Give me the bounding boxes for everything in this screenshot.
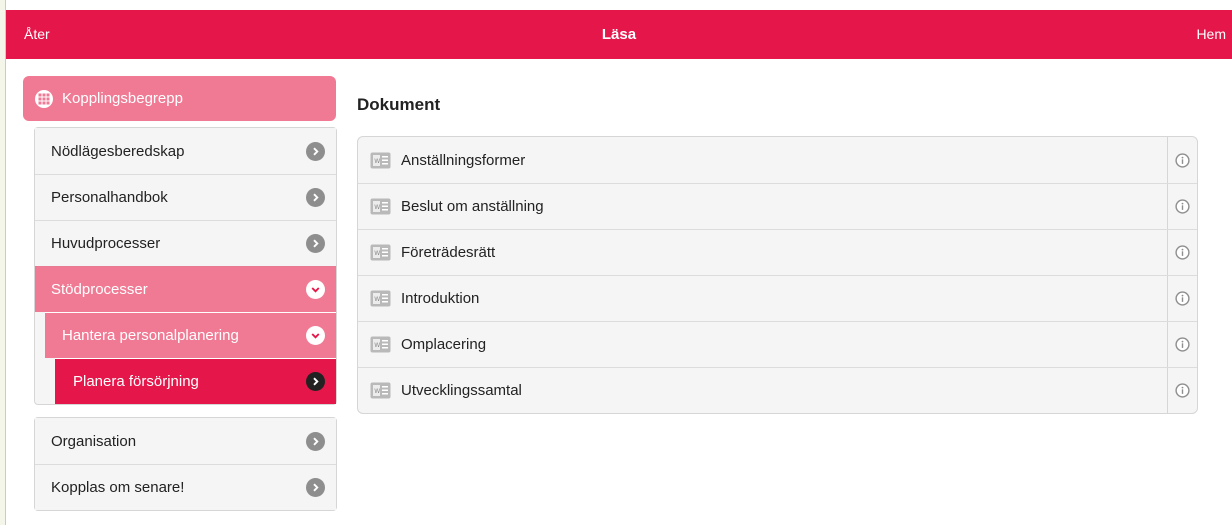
chevron-right-icon <box>306 431 325 451</box>
document-label: Introduktion <box>401 290 480 307</box>
sidebar-item-label: Organisation <box>51 432 137 450</box>
document-label: Anställningsformer <box>401 151 526 169</box>
sidebar-item-label: Huvudprocesser <box>51 235 161 252</box>
sidebar-subitem-planera-forsorjning[interactable]: Planera försörjning <box>55 358 336 404</box>
chevron-right-icon <box>306 141 325 161</box>
word-document-icon: W <box>370 290 391 307</box>
document-link[interactable]: W Introduktion <box>358 276 1167 321</box>
document-link[interactable]: W Utvecklingssamtal <box>358 368 1167 413</box>
document-list: W Anställningsformer W Beslut om anställ… <box>357 136 1198 414</box>
sidebar-item-label: Planera försörjning <box>73 373 199 390</box>
sidebar-item-label: Stödprocesser <box>51 281 148 298</box>
home-link[interactable]: Hem <box>1196 10 1226 59</box>
sidebar-item-nodlagesberedskap[interactable]: Nödlägesberedskap <box>35 128 336 174</box>
sidebar-subitem-hantera-personalplanering[interactable]: Hantera personalplanering <box>45 312 336 358</box>
document-label: Beslut om anställning <box>401 198 544 215</box>
svg-text:W: W <box>374 388 380 395</box>
document-row: W Anställningsformer <box>358 137 1197 183</box>
page-title: Läsa <box>601 26 637 43</box>
info-button[interactable] <box>1167 137 1197 183</box>
word-document-icon: W <box>370 244 391 261</box>
chevron-right-icon <box>306 478 325 497</box>
sidebar-item-organisation[interactable]: Organisation <box>35 418 336 464</box>
sidebar-item-personalhandbok[interactable]: Personalhandbok <box>35 174 336 220</box>
info-button[interactable] <box>1167 322 1197 367</box>
svg-text:W: W <box>374 204 380 211</box>
sidebar-item-label: Hantera personalplanering <box>62 327 239 344</box>
sidebar-item-label: Kopplas om senare! <box>51 479 185 496</box>
info-icon <box>1175 291 1190 306</box>
document-label: Utvecklingssamtal <box>401 382 522 399</box>
section-heading: Dokument <box>357 95 441 114</box>
document-row: W Omplacering <box>358 321 1197 367</box>
main-content: Dokument W Anställningsformer W Beslut o… <box>357 95 1198 414</box>
svg-text:W: W <box>374 342 380 349</box>
sidebar-item-kopplas-om-senare[interactable]: Kopplas om senare! <box>35 464 336 510</box>
chevron-down-icon <box>306 326 325 345</box>
svg-text:W: W <box>374 158 380 165</box>
info-button[interactable] <box>1167 230 1197 275</box>
word-document-icon: W <box>370 198 391 215</box>
svg-text:W: W <box>374 296 380 303</box>
sidebar-item-label: Personalhandbok <box>51 189 168 206</box>
info-icon <box>1175 199 1190 214</box>
sidebar-menu: Nödlägesberedskap Personalhandbok Huvudp… <box>34 127 337 405</box>
word-document-icon: W <box>370 336 391 353</box>
document-label: Företrädesrätt <box>401 244 496 261</box>
info-button[interactable] <box>1167 368 1197 413</box>
document-row: W Beslut om anställning <box>358 183 1197 229</box>
grid-icon <box>35 89 53 108</box>
sidebar-item-huvudprocesser[interactable]: Huvudprocesser <box>35 220 336 266</box>
document-link[interactable]: W Beslut om anställning <box>358 184 1167 229</box>
chevron-down-icon <box>306 280 325 299</box>
info-icon <box>1175 383 1190 398</box>
document-label: Omplacering <box>401 336 487 353</box>
sidebar-item-stodprocesser[interactable]: Stödprocesser <box>35 266 336 312</box>
document-link[interactable]: W Anställningsformer <box>358 137 1167 183</box>
document-link[interactable]: W Omplacering <box>358 322 1167 367</box>
info-icon <box>1175 245 1190 260</box>
document-row: W Utvecklingssamtal <box>358 367 1197 413</box>
document-row: W Företrädesrätt <box>358 229 1197 275</box>
category-header[interactable]: Kopplingsbegrepp <box>23 76 336 121</box>
document-row: W Introduktion <box>358 275 1197 321</box>
chevron-right-icon <box>306 188 325 207</box>
info-button[interactable] <box>1167 276 1197 321</box>
sidebar-item-label: Nödlägesberedskap <box>51 142 185 160</box>
chevron-right-icon <box>306 234 325 253</box>
document-link[interactable]: W Företrädesrätt <box>358 230 1167 275</box>
svg-text:W: W <box>374 250 380 257</box>
header-bar: Åter Läsa Hem <box>6 10 1232 59</box>
word-document-icon: W <box>370 152 391 169</box>
info-icon <box>1175 152 1190 168</box>
info-icon <box>1175 337 1190 352</box>
word-document-icon: W <box>370 382 391 399</box>
sidebar-menu-secondary: Organisation Kopplas om senare! <box>34 417 337 511</box>
chevron-right-icon <box>306 372 325 391</box>
info-button[interactable] <box>1167 184 1197 229</box>
sidebar: Kopplingsbegrepp Nödlägesberedskap Perso… <box>23 76 337 511</box>
window-left-edge <box>0 0 6 525</box>
category-label: Kopplingsbegrepp <box>62 90 183 107</box>
